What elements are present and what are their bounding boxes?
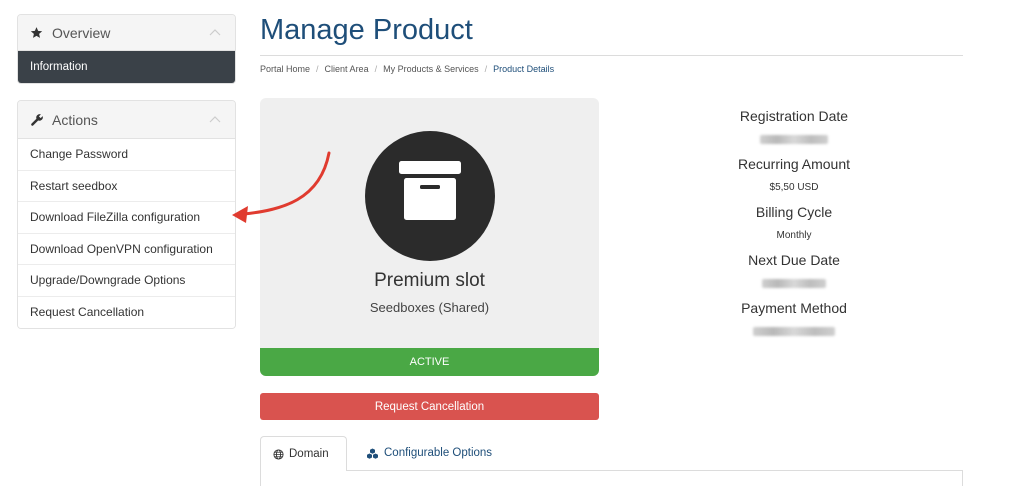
breadcrumb-product-details: Product Details [493, 64, 555, 74]
breadcrumb: Portal Home / Client Area / My Products … [260, 64, 554, 74]
product-name: Premium slot [374, 270, 485, 291]
registration-date-label: Registration Date [739, 108, 849, 124]
product-group: Seedboxes (Shared) [369, 300, 490, 315]
sidebar-item-change-password[interactable]: Change Password [18, 139, 235, 171]
chevron-up-icon[interactable] [209, 116, 223, 124]
tab-label: Configurable Options [384, 447, 493, 459]
request-cancellation-button[interactable]: Request Cancellation [260, 393, 599, 420]
recurring-amount-value: $5,50 USD [769, 182, 819, 193]
sidebar-item-label: Download OpenVPN configuration [30, 241, 213, 256]
status-badge: ACTIVE [260, 348, 599, 376]
actions-panel-title: Actions [52, 111, 98, 128]
next-due-date-value [700, 273, 888, 297]
tab-domain[interactable]: Domain [260, 436, 347, 471]
actions-panel-header[interactable]: Actions [18, 101, 235, 139]
sidebar-item-request-cancellation[interactable]: Request Cancellation [18, 296, 235, 328]
product-tabs: Domain Configurable Options [260, 436, 963, 486]
billing-cycle-value: Monthly [776, 230, 812, 241]
sidebar-item-restart-seedbox[interactable]: Restart seedbox [18, 170, 235, 202]
tab-pane-border [962, 470, 963, 486]
sidebar-item-label: Download FileZilla configuration [30, 210, 201, 225]
cubes-icon [366, 448, 379, 459]
page-title: Manage Product [260, 14, 473, 46]
billing-cycle-label: Billing Cycle [755, 204, 833, 220]
sidebar-item-label: Restart seedbox [30, 178, 118, 193]
registration-date-value [700, 129, 888, 153]
tab-configurable-options[interactable]: Configurable Options [354, 436, 504, 470]
tab-divider [347, 470, 963, 471]
tab-pane-border [260, 470, 261, 486]
archive-box-icon [365, 131, 495, 261]
breadcrumb-portal-home[interactable]: Portal Home [260, 64, 310, 74]
star-icon [30, 26, 46, 39]
sidebar-item-download-filezilla[interactable]: Download FileZilla configuration [18, 202, 235, 234]
actions-panel: Actions Change Password Restart seedbox … [17, 100, 236, 329]
payment-method-value [700, 321, 888, 345]
globe-icon [273, 448, 284, 460]
wrench-icon [30, 113, 46, 127]
product-info: Registration Date Recurring Amount $5,50… [700, 105, 888, 345]
breadcrumb-client-area[interactable]: Client Area [325, 64, 369, 74]
sidebar-item-label: Upgrade/Downgrade Options [30, 273, 186, 288]
breadcrumb-separator: / [484, 64, 488, 74]
breadcrumb-my-products[interactable]: My Products & Services [383, 64, 479, 74]
chevron-up-icon[interactable] [209, 29, 223, 37]
title-divider [260, 55, 963, 56]
breadcrumb-separator: / [316, 64, 319, 74]
sidebar-item-label: Information [30, 60, 88, 73]
recurring-amount-label: Recurring Amount [737, 156, 851, 172]
next-due-date-label: Next Due Date [748, 252, 840, 268]
product-card: Premium slot Seedboxes (Shared) [260, 98, 599, 348]
sidebar-item-upgrade-downgrade[interactable]: Upgrade/Downgrade Options [18, 265, 235, 297]
overview-panel-title: Overview [52, 24, 111, 41]
payment-method-label: Payment Method [741, 300, 847, 316]
tab-label: Domain [289, 448, 329, 460]
sidebar-item-download-openvpn[interactable]: Download OpenVPN configuration [18, 233, 235, 265]
breadcrumb-separator: / [374, 64, 378, 74]
sidebar-item-label: Change Password [30, 147, 129, 162]
sidebar-item-label: Request Cancellation [30, 305, 145, 320]
overview-panel-header[interactable]: Overview [18, 15, 235, 51]
sidebar-item-information[interactable]: Information [18, 51, 235, 83]
overview-panel: Overview Information [17, 14, 236, 84]
